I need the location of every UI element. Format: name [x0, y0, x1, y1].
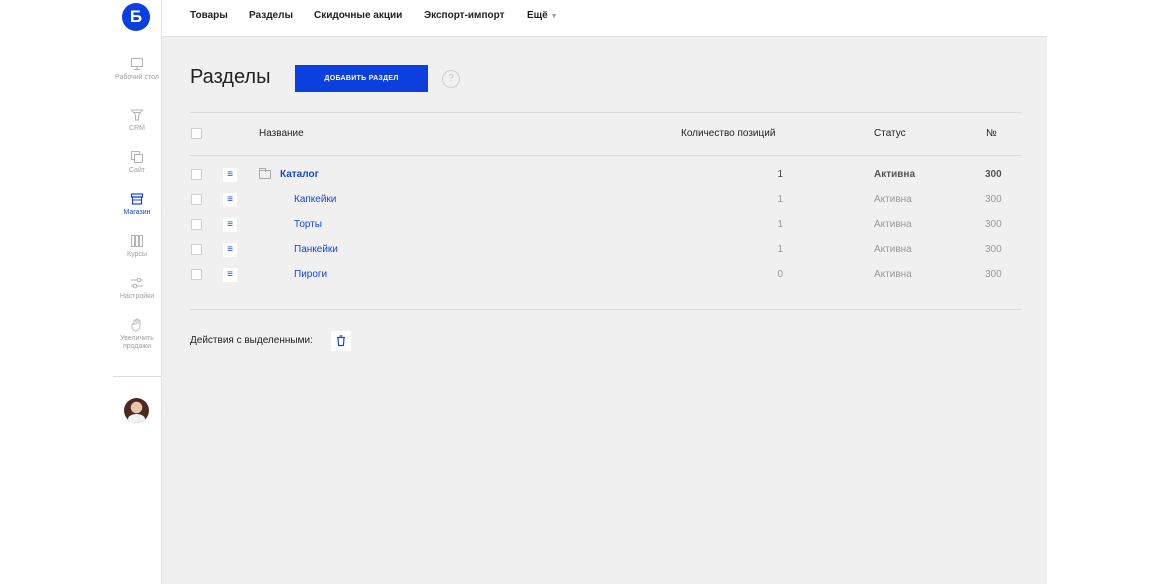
row-checkbox[interactable]: [191, 269, 202, 280]
main-content: Разделы ДОБАВИТЬ РАЗДЕЛ ? Название Колич…: [162, 37, 1047, 584]
hand-icon: [131, 318, 141, 332]
sidebar-item-label: CRM: [129, 125, 145, 132]
column-header-status[interactable]: Статус: [874, 128, 906, 139]
sliders-icon: [131, 277, 143, 289]
pages-icon: [131, 151, 143, 163]
section-number: 300: [985, 219, 1002, 230]
sidebar-item-desktop[interactable]: Рабочий стол: [113, 57, 161, 82]
section-count: 1: [777, 219, 783, 230]
drag-handle-icon[interactable]: ≡: [223, 193, 237, 207]
top-menu: Товары Разделы Скидочные акции Экспорт-и…: [162, 0, 1047, 37]
section-count: 1: [777, 244, 783, 255]
section-name-link[interactable]: Каталог: [280, 169, 319, 180]
section-status: Активна: [874, 194, 912, 205]
sidebar-item-label: Настройки: [119, 293, 155, 300]
section-status: Активна: [874, 269, 912, 280]
chevron-down-icon: ▼: [550, 13, 558, 20]
select-all-checkbox[interactable]: [191, 128, 202, 139]
top-menu-item-export-import[interactable]: Экспорт-импорт: [424, 10, 504, 21]
sidebar-divider: [113, 376, 161, 377]
drag-handle-icon[interactable]: ≡: [223, 218, 237, 232]
drag-handle-icon[interactable]: ≡: [223, 168, 237, 182]
drag-handle-icon[interactable]: ≡: [223, 243, 237, 257]
sidebar-item-label: Увеличить продажи: [120, 335, 154, 350]
drag-handle-icon[interactable]: ≡: [223, 268, 237, 282]
logo[interactable]: Б: [122, 3, 150, 31]
divider: [190, 112, 1021, 113]
divider: [190, 309, 1021, 310]
table-row[interactable]: ≡ Торты 1 Активна 300: [162, 215, 1047, 240]
sidebar-item-label: Магазин: [123, 209, 151, 216]
row-checkbox[interactable]: [191, 244, 202, 255]
help-icon[interactable]: ?: [442, 70, 460, 88]
section-status: Активна: [874, 244, 912, 255]
section-name-link[interactable]: Капкейки: [294, 194, 336, 205]
section-number: 300: [985, 269, 1002, 280]
sidebar-item-courses[interactable]: Курсы: [113, 234, 161, 259]
monitor-icon: [131, 58, 143, 70]
sidebar-item-label: Рабочий стол: [115, 74, 159, 81]
row-checkbox[interactable]: [191, 219, 202, 230]
section-name-link[interactable]: Панкейки: [294, 244, 338, 255]
app-root: Б Рабочий стол CRM Сайт Магазин Курсы На…: [0, 0, 1160, 584]
top-menu-item-sections[interactable]: Разделы: [249, 10, 293, 21]
section-status: Активна: [874, 169, 916, 180]
section-count: 0: [777, 269, 783, 280]
folder-icon: [259, 168, 271, 179]
store-icon: [130, 193, 144, 205]
trash-icon: [337, 335, 345, 347]
sidebar-item-settings[interactable]: Настройки: [113, 276, 161, 301]
table-row[interactable]: ≡ Панкейки 1 Активна 300: [162, 240, 1047, 265]
section-number: 300: [985, 244, 1002, 255]
sidebar-item-crm[interactable]: CRM: [113, 108, 161, 133]
section-name-link[interactable]: Пироги: [294, 269, 327, 280]
top-menu-item-products[interactable]: Товары: [190, 10, 228, 21]
top-menu-item-more[interactable]: Ещё ▼: [527, 10, 558, 21]
table-row[interactable]: ≡ Каталог 1 Активна 300: [162, 165, 1047, 190]
top-menu-more-label: Ещё: [527, 10, 548, 21]
column-header-num[interactable]: №: [986, 128, 997, 139]
section-number: 300: [985, 194, 1002, 205]
section-name-link[interactable]: Торты: [294, 219, 322, 230]
funnel-icon: [130, 109, 144, 121]
sidebar-item-label: Сайт: [128, 167, 146, 174]
column-header-name[interactable]: Название: [259, 128, 304, 139]
section-number: 300: [985, 169, 1002, 180]
sidebar-item-label: Курсы: [127, 251, 147, 258]
page-title: Разделы: [190, 66, 271, 88]
sidebar-item-site[interactable]: Сайт: [113, 150, 161, 175]
top-menu-item-discounts[interactable]: Скидочные акции: [314, 10, 402, 21]
avatar[interactable]: [124, 398, 149, 423]
add-section-button[interactable]: ДОБАВИТЬ РАЗДЕЛ: [295, 65, 428, 92]
section-status: Активна: [874, 219, 912, 230]
section-count: 1: [777, 169, 783, 180]
divider: [190, 155, 1021, 156]
table-row[interactable]: ≡ Пироги 0 Активна 300: [162, 265, 1047, 290]
row-checkbox[interactable]: [191, 194, 202, 205]
row-checkbox[interactable]: [191, 169, 202, 180]
column-header-count[interactable]: Количество позиций: [681, 128, 775, 139]
table-row[interactable]: ≡ Капкейки 1 Активна 300: [162, 190, 1047, 215]
left-sidebar: Б Рабочий стол CRM Сайт Магазин Курсы На…: [113, 0, 162, 584]
bulk-actions-label: Действия с выделенными:: [190, 335, 313, 346]
section-count: 1: [777, 194, 783, 205]
sidebar-item-increase-sales[interactable]: Увеличить продажи: [113, 318, 161, 351]
books-icon: [131, 235, 143, 247]
delete-selected-button[interactable]: [331, 331, 351, 351]
sidebar-item-store[interactable]: Магазин: [113, 192, 161, 217]
